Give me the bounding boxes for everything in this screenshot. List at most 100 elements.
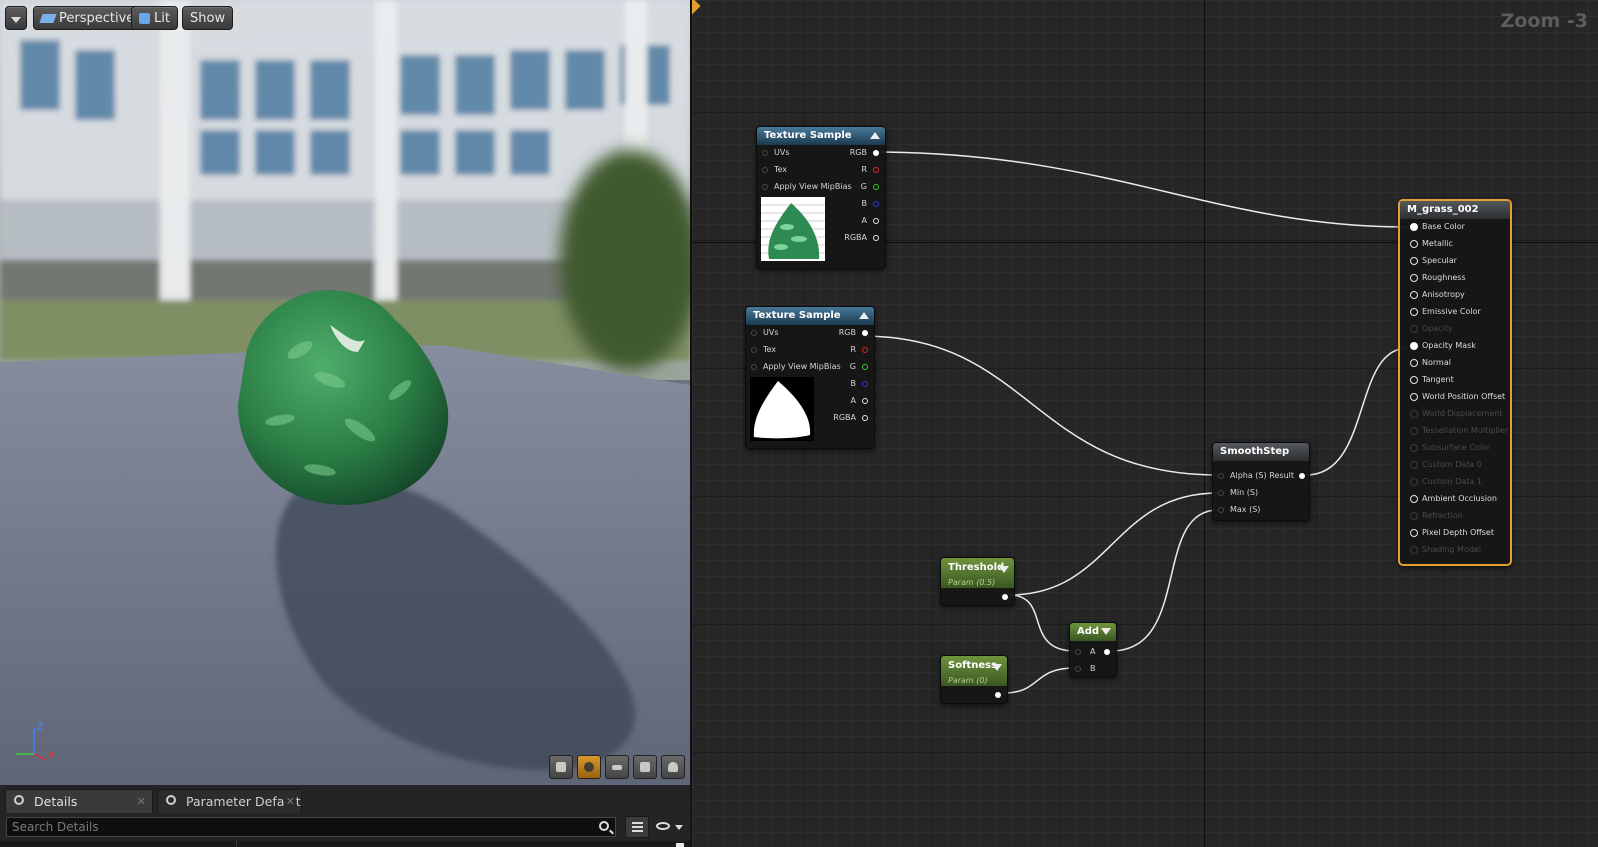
material-input-pin[interactable] [1410,529,1418,537]
pin-label: Alpha (S) [1230,471,1267,480]
node-header[interactable]: Softness Param (0) [941,656,1007,686]
material-input-pin[interactable] [1410,546,1418,554]
column-divider[interactable] [236,841,237,847]
material-input-pin[interactable] [1410,495,1418,503]
tab-details[interactable]: Details ✕ [5,789,153,813]
material-pin-label: Base Color [1422,222,1465,231]
material-input-pin[interactable] [1410,478,1418,486]
a-output-pin[interactable] [873,218,879,224]
node-header[interactable]: Texture Sample [757,127,885,145]
material-pin-label: Custom Data 0 [1422,460,1482,469]
node-header[interactable]: Add [1070,623,1116,641]
node-header[interactable]: SmoothStep [1213,443,1309,461]
search-placeholder: Search Details [12,820,99,834]
rgba-output-pin[interactable] [873,235,879,241]
preview-cylinder-button[interactable] [549,755,573,779]
search-details-input[interactable]: Search Details [6,817,616,837]
collapse-icon[interactable] [859,312,869,319]
collapse-icon[interactable] [1101,628,1111,635]
material-input-pin[interactable] [1410,274,1418,282]
material-input-pin[interactable] [1410,291,1418,299]
tab-parameter-defaults[interactable]: Parameter Defaults ✕ [157,789,302,813]
node-add[interactable]: Add A B [1069,622,1117,677]
view-options-list-button[interactable] [625,816,649,838]
node-subtitle: Param (0.5) [948,578,996,587]
material-input-pin[interactable] [1410,223,1418,231]
material-input-pin[interactable] [1410,257,1418,265]
preview-cube-button[interactable] [633,755,657,779]
scrollbar-thumb[interactable] [676,843,684,847]
pin-label: RGB [838,328,856,337]
visibility-filter-button[interactable] [652,816,686,838]
min-input-pin[interactable] [1218,490,1224,496]
material-input-pin[interactable] [1410,325,1418,333]
node-softness-param[interactable]: Softness Param (0) [940,655,1008,704]
add-b-input-pin[interactable] [1075,666,1081,672]
material-input-pin[interactable] [1410,461,1418,469]
tex-input-pin[interactable] [762,167,768,173]
tex-input-pin[interactable] [751,347,757,353]
pin-label: UVs [774,148,790,157]
material-pin-label: Pixel Depth Offset [1422,528,1494,537]
b-output-pin[interactable] [862,381,868,387]
rgb-output-pin[interactable] [862,330,868,336]
node-texture-sample-1[interactable]: Texture Sample UVs Tex Apply View MipBia… [756,126,886,269]
node-header[interactable]: Texture Sample [746,307,874,325]
close-tab-icon[interactable]: ✕ [137,790,146,814]
eye-icon [656,822,670,830]
material-input-pin[interactable] [1410,376,1418,384]
node-material-result[interactable]: M_grass_002 Base Color Metallic Specular Ro… [1398,199,1512,566]
rgba-output-pin[interactable] [862,415,868,421]
lit-button[interactable]: Lit [131,6,178,30]
pin-label: RGB [849,148,867,157]
material-input-pin[interactable] [1410,240,1418,248]
close-tab-icon[interactable]: ✕ [283,790,295,813]
preview-sphere-button[interactable] [577,755,601,779]
mipbias-input-pin[interactable] [762,184,768,190]
g-output-pin[interactable] [873,184,879,190]
node-header[interactable]: Threshold Param (0.5) [941,558,1014,588]
add-a-input-pin[interactable] [1075,649,1081,655]
result-output-pin[interactable] [1299,473,1305,479]
preview-viewport[interactable]: Perspective Lit Show Z X [0,0,692,785]
wire-threshold-to-add-a [1008,594,1076,652]
collapse-icon[interactable] [999,566,1009,573]
softness-output-pin[interactable] [995,692,1001,698]
search-icon[interactable] [599,821,609,831]
node-smoothstep[interactable]: SmoothStep Alpha (S) Min (S) Max (S) Res… [1212,442,1310,521]
show-button[interactable]: Show [182,6,234,30]
preview-custom-mesh-button[interactable] [661,755,685,779]
material-input-pin[interactable] [1410,342,1418,350]
material-input-pin[interactable] [1410,410,1418,418]
mipbias-input-pin[interactable] [751,364,757,370]
material-input-pin[interactable] [1410,359,1418,367]
node-threshold-param[interactable]: Threshold Param (0.5) [940,557,1015,606]
preview-plane-button[interactable] [605,755,629,779]
threshold-output-pin[interactable] [1002,594,1008,600]
max-input-pin[interactable] [1218,507,1224,513]
r-output-pin[interactable] [873,167,879,173]
g-output-pin[interactable] [862,364,868,370]
viewport-options-dropdown[interactable] [5,6,27,30]
rgb-output-pin[interactable] [873,150,879,156]
material-input-pin[interactable] [1410,512,1418,520]
material-input-pin[interactable] [1410,393,1418,401]
add-output-pin[interactable] [1104,649,1110,655]
perspective-button[interactable]: Perspective [33,6,143,30]
uvs-input-pin[interactable] [762,150,768,156]
material-graph-editor[interactable]: Zoom -3 Texture Sample UVs Tex Apply Vie… [692,0,1598,847]
collapse-icon[interactable] [992,664,1002,671]
material-input-pin[interactable] [1410,427,1418,435]
material-input-pin[interactable] [1410,308,1418,316]
uvs-input-pin[interactable] [751,330,757,336]
a-output-pin[interactable] [862,398,868,404]
node-texture-sample-2[interactable]: Texture Sample UVs Tex Apply View MipBia… [745,306,875,449]
alpha-input-pin[interactable] [1218,473,1224,479]
collapse-icon[interactable] [870,132,880,139]
texture-thumbnail-mask [750,377,814,441]
material-input-pin[interactable] [1410,444,1418,452]
b-output-pin[interactable] [873,201,879,207]
node-header[interactable]: M_grass_002 [1400,201,1510,219]
pin-label: G [849,362,856,371]
r-output-pin[interactable] [862,347,868,353]
